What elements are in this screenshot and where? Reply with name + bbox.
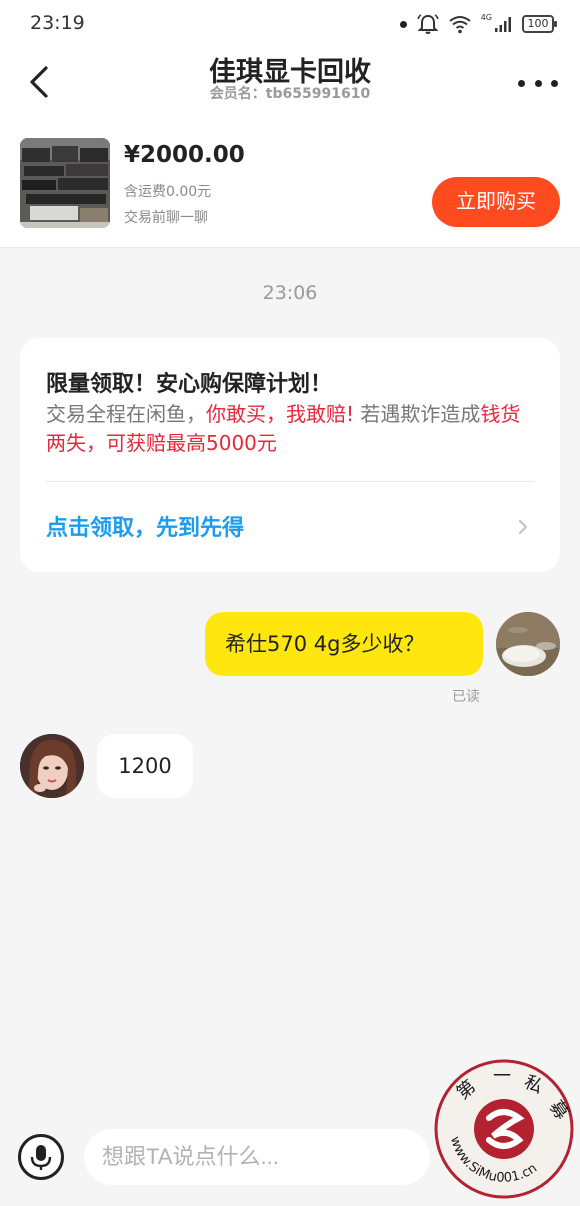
claim-link[interactable]: 点击领取，先到先得 (46, 510, 244, 542)
status-icons: 4G 100 (399, 12, 557, 36)
promo-title: 限量领取！安心购保障计划！ (46, 372, 333, 397)
chevron-right-icon (518, 519, 528, 535)
chat-header: 佳琪显卡回收 会员名：tb655991610 (0, 48, 580, 120)
watermark-seal-logo: 第 一 私 募 www.SiMu001.cn (434, 1059, 574, 1199)
promo-text: 若遇欺诈造成 (354, 402, 481, 426)
signal-icon (495, 17, 511, 32)
svg-text:一: 一 (493, 1066, 511, 1087)
buy-now-button[interactable]: 立即购买 (432, 177, 560, 227)
seller-avatar[interactable] (20, 734, 84, 798)
my-message-bubble[interactable]: 希仕570 4g多少收？ (205, 612, 483, 676)
network-type: 4G (480, 12, 492, 22)
promo-card[interactable]: 限量领取！安心购保障计划！ 交易全程在闲鱼，你敢买，我敢赔! 若遇欺诈造成钱货两… (20, 338, 560, 572)
product-thumbnail[interactable] (20, 138, 110, 228)
status-bar: 23:19 4G 100 (0, 0, 580, 48)
microphone-icon (30, 1145, 52, 1170)
notification-dot-icon (399, 20, 407, 28)
battery-icon: 100 (522, 15, 557, 33)
my-avatar[interactable] (496, 612, 560, 676)
wifi-icon (449, 16, 471, 34)
product-price: ¥2000.00 (124, 142, 245, 168)
chat-hint: 交易前聊一聊 (124, 210, 208, 226)
alarm-bell-icon (416, 14, 439, 34)
status-time: 23:19 (30, 12, 85, 34)
promo-body: 交易全程在闲鱼，你敢买，我敢赔! 若遇欺诈造成钱货两失，可获赔最高5000元 (46, 400, 536, 458)
more-options-icon[interactable] (518, 68, 558, 98)
product-card: ¥2000.00 含运费0.00元 交易前聊一聊 立即购买 (0, 120, 580, 248)
promo-text: 交易全程在闲鱼， (46, 402, 206, 426)
read-status: 已读 (452, 689, 480, 705)
seller-message-bubble[interactable]: 1200 (97, 734, 193, 798)
message-input[interactable] (84, 1129, 430, 1185)
member-id: 会员名：tb655991610 (209, 86, 371, 102)
message-timestamp: 23:06 (262, 282, 318, 304)
shipping-fee: 含运费0.00元 (124, 184, 212, 200)
voice-input-button[interactable] (18, 1134, 64, 1180)
divider (46, 481, 534, 482)
promo-highlight: 你敢买，我敢赔! (206, 402, 355, 426)
